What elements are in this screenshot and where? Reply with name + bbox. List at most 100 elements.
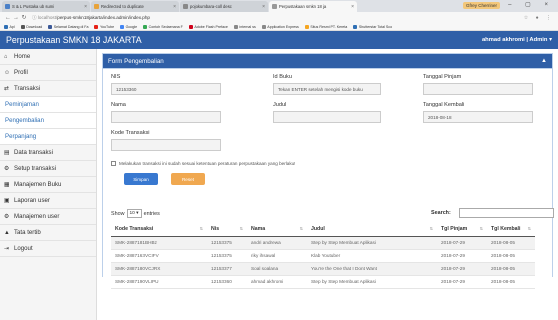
table-cell: 2018-08-05 — [487, 262, 535, 276]
sidebar-item-peminjaman[interactable]: Peminjaman — [0, 97, 96, 113]
tgl-kembali-label: Tanggal Kembali — [423, 102, 465, 108]
bookmark-icon — [304, 24, 309, 29]
reset-button[interactable]: Reset — [171, 173, 205, 185]
back-icon[interactable]: ← — [4, 15, 12, 21]
table-row[interactable]: SMK-2887163VCIFV 12153375 riky ihsawal Klab… — [111, 249, 535, 263]
table-cell: SMK-2887181BHBz — [111, 236, 207, 250]
sidebar-icon: ▤ — [4, 149, 10, 156]
sidebar-item-setup-transaksi[interactable]: ⚙ Setup transaksi — [0, 161, 96, 177]
bookmark-item[interactable]: Selamat Datang di Fa — [48, 24, 88, 29]
bookmark-icon — [233, 24, 238, 29]
table-cell: 2018-07-29 — [437, 236, 487, 250]
entries-select[interactable]: 10 ▾ — [126, 209, 142, 218]
sidebar-item-perpanjang[interactable]: Perpanjang — [0, 129, 96, 145]
table-cell: 2018-07-29 — [437, 249, 487, 263]
nama-input[interactable] — [111, 111, 221, 123]
save-button[interactable]: Simpan — [124, 173, 158, 185]
sort-icon: ⇅ — [429, 225, 433, 231]
sidebar-icon: ▦ — [4, 181, 10, 188]
return-form-panel: Form Pengembalian ▲ — [102, 53, 553, 69]
bookmark-icon — [261, 24, 266, 29]
window-user-badge[interactable]: Gfrey Cherriner — [462, 2, 500, 9]
sidebar-item-logout[interactable]: ⇥ Logout — [0, 241, 96, 257]
tgl-pinjam-label: Tanggal Pinjam — [423, 74, 462, 80]
sidebar-item-home[interactable]: ⌂ Home — [0, 49, 96, 65]
bookmark-icon — [4, 24, 8, 29]
close-icon[interactable]: × — [351, 4, 354, 10]
bookmark-item[interactable]: Apl — [4, 24, 15, 29]
agreement-text: Melakukan transaksi ini sudah sesuai ket… — [119, 161, 296, 166]
column-header[interactable]: Judul ⇅ — [307, 222, 437, 237]
sidebar-icon: ▣ — [4, 197, 10, 204]
tgl-pinjam-input[interactable] — [423, 83, 533, 95]
close-icon[interactable]: × — [173, 4, 176, 10]
sort-icon: ⇅ — [239, 225, 243, 231]
table-cell: Klab Youtuber — [307, 249, 437, 263]
sidebar-item-data-transaksi[interactable]: ▤ Data transaksi — [0, 145, 96, 161]
sidebar-icon: ⌂ — [4, 53, 8, 60]
column-header[interactable]: Tgl Kembali ⇅ — [487, 222, 535, 237]
column-header[interactable]: Nama ⇅ — [247, 222, 307, 237]
table-cell: Step by Step Membuat Aplikasi — [307, 236, 437, 250]
bookmark-item[interactable]: Download — [20, 24, 42, 29]
search-input[interactable] — [459, 208, 554, 218]
bookmark-item[interactable]: Situs Resmi PT. Kereta — [304, 24, 347, 29]
bookmark-item[interactable]: internal ss — [233, 24, 256, 29]
judul-input[interactable] — [273, 111, 381, 123]
bookmark-item[interactable]: Shutterstar Total Sco — [353, 24, 392, 29]
agreement-checkbox[interactable] — [111, 161, 116, 166]
column-header[interactable]: Tgl Pinjam ⇅ — [437, 222, 487, 237]
sidebar-item-manajemen-buku[interactable]: ▦ Manajemen Buku — [0, 177, 96, 193]
reload-icon[interactable]: ↻ — [20, 14, 28, 21]
collapse-icon[interactable]: ▲ — [541, 58, 547, 64]
table-cell: ahmad akhromi — [247, 275, 307, 289]
sidebar-item-tata-tertib[interactable]: ▲ Tata tertib — [0, 225, 96, 241]
table-cell: Soal soalana — [247, 262, 307, 276]
sidebar-icon: ⚙ — [4, 165, 10, 172]
tgl-kembali-input[interactable]: 2018-08-18 — [423, 111, 533, 123]
window-controls[interactable]: – ▢ × — [508, 1, 554, 8]
user-menu[interactable]: ahmad akhromi | Admin ▾ — [482, 37, 552, 43]
table-cell: 2018-08-05 — [487, 236, 535, 250]
sidebar-item-transaksi[interactable]: ⇄ Transaksi — [0, 81, 96, 97]
browser-tab-2[interactable]: Redirected to duplicate × — [91, 1, 179, 12]
table-row[interactable]: SMK-2887190VLIPU 12153360 ahmad akhromi Ste… — [111, 275, 535, 289]
close-icon[interactable]: × — [262, 4, 265, 10]
sidebar-item-laporan-user[interactable]: ▣ Laporan user — [0, 193, 96, 209]
app-brand[interactable]: Perpustakaan SMKN 18 JAKARTA — [6, 35, 142, 45]
table-row[interactable]: SMK-2887181BHBz 12153375 andri andrewa Step… — [111, 236, 535, 250]
browser-tab-3[interactable]: pojokumbara-coll desc × — [180, 1, 268, 12]
table-cell: SMK-2887163VCIFV — [111, 249, 207, 263]
nis-input[interactable]: 12153360 — [111, 83, 221, 95]
close-icon[interactable]: × — [84, 4, 87, 10]
bookmark-icon — [48, 24, 53, 29]
bookmark-item[interactable]: Google — [120, 24, 137, 29]
extension-icons[interactable]: ☆ ● ⋮ — [524, 15, 554, 21]
sidebar-icon: ☺ — [4, 69, 10, 76]
sidebar-item-pengembalian[interactable]: Pengembalian — [0, 113, 96, 129]
column-header[interactable]: Kode Transaksi ⇅ — [111, 222, 207, 237]
bookmark-item[interactable]: Contoh Sedaenana F — [143, 24, 183, 29]
forward-icon[interactable]: → — [12, 15, 20, 21]
kode-transaksi-label: Kode Transaksi — [111, 130, 150, 136]
id-buku-input[interactable]: Tekan ENTER setelah mengisi kode buku — [273, 83, 381, 95]
kode-transaksi-input[interactable] — [111, 139, 221, 151]
sidebar-item-manajemen-user[interactable]: ⚙ Manajemen user — [0, 209, 96, 225]
bookmark-icon — [143, 24, 148, 29]
bookmark-item[interactable]: Adobe Flash Preface — [188, 24, 228, 29]
bookmark-item[interactable]: YouTube — [94, 24, 114, 29]
tab-favicon-icon — [5, 4, 10, 9]
table-row[interactable]: SMK-2887180VCJRX 12153377 Soal soalana You'… — [111, 262, 535, 276]
sort-icon: ⇅ — [479, 225, 483, 231]
browser-tab-4[interactable]: Perpustakaan smkn 18 ja × — [269, 1, 357, 12]
browser-tab-1[interactable]: S & L Pustaka ub sumi × — [2, 1, 90, 12]
table-cell: You're the One that I Dont Want — [307, 262, 437, 276]
bookmark-item[interactable]: Application Express — [261, 24, 299, 29]
tab-favicon-icon — [272, 4, 277, 9]
url-field[interactable]: ⓘ localhost/perpus-smkn18jakarta/index.a… — [32, 15, 524, 21]
sidebar-item-profil[interactable]: ☺ Profil — [0, 65, 96, 81]
panel-header: Form Pengembalian ▲ — [103, 54, 552, 68]
sort-icon: ⇅ — [299, 225, 303, 231]
browser-tab-strip: S & L Pustaka ub sumi × Redirected to dup… — [0, 0, 558, 12]
column-header[interactable]: Nis ⇅ — [207, 222, 247, 237]
